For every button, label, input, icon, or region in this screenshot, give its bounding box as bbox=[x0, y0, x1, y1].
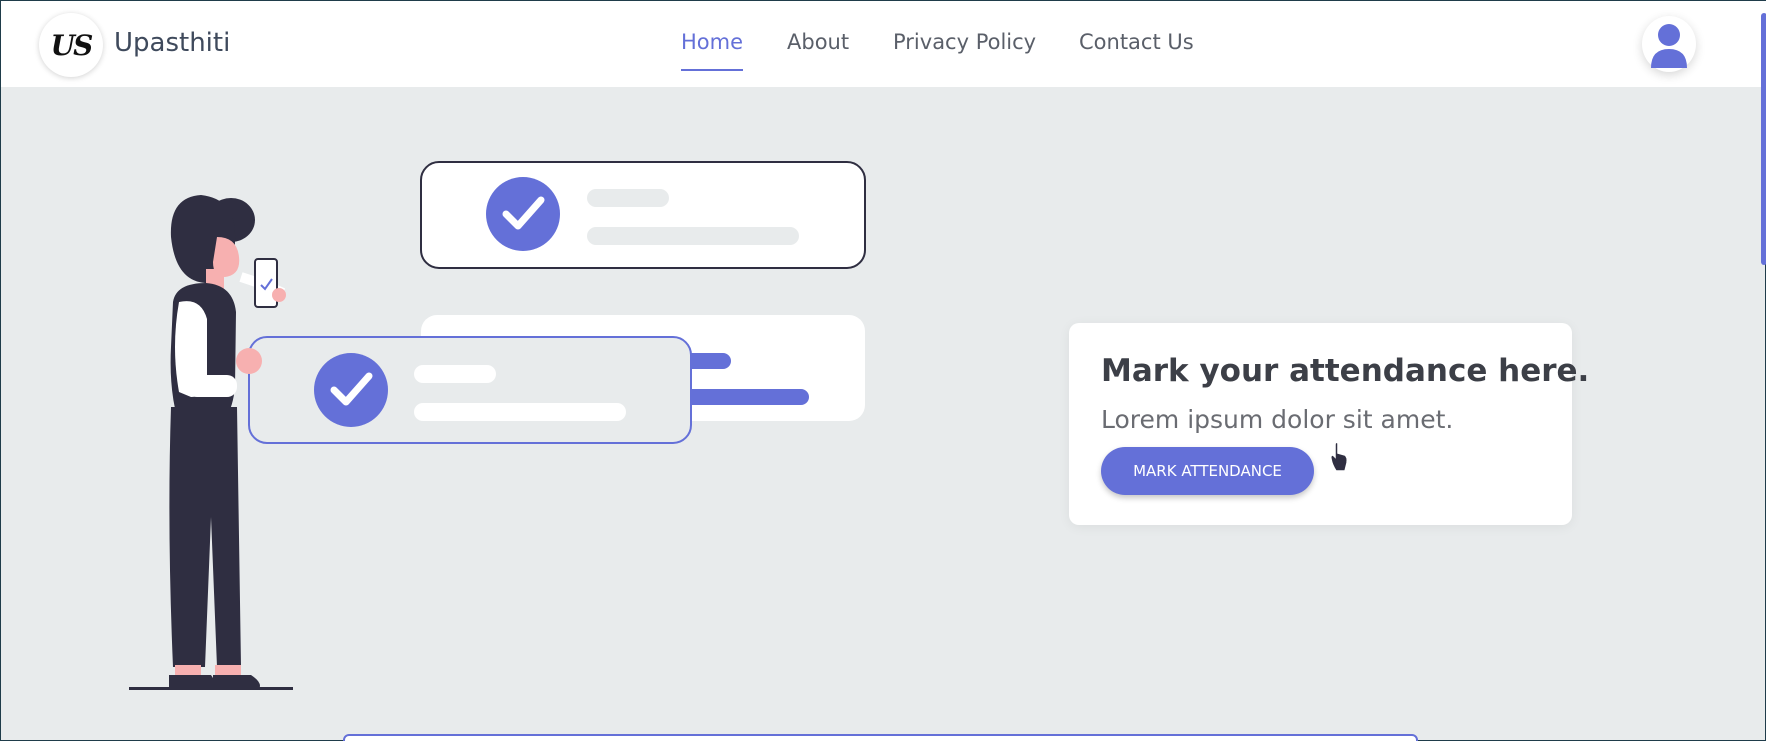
checklist-card-top bbox=[420, 161, 866, 269]
user-avatar-icon bbox=[1651, 24, 1687, 68]
scrollbar-thumb[interactable] bbox=[1761, 13, 1766, 265]
nav-contact-us[interactable]: Contact Us bbox=[1079, 30, 1194, 54]
card-subtitle: Lorem ipsum dolor sit amet. bbox=[1101, 405, 1454, 434]
mouse-cursor-icon bbox=[1327, 441, 1349, 479]
nav-privacy-label: Privacy Policy bbox=[893, 30, 1037, 54]
nav-about[interactable]: About bbox=[787, 30, 849, 54]
main-nav: Home About Privacy Policy Contact Us bbox=[1, 30, 1766, 71]
nav-privacy-policy[interactable]: Privacy Policy bbox=[893, 30, 1036, 54]
page-scrollbar[interactable] bbox=[1759, 1, 1766, 741]
nav-about-label: About bbox=[787, 30, 850, 54]
top-navbar: US Upasthiti Home About Privacy Policy C… bbox=[1, 1, 1766, 87]
attendance-card: Mark your attendance here. Lorem ipsum d… bbox=[1069, 323, 1589, 525]
active-nav-underline bbox=[681, 69, 744, 71]
checklist-card-front bbox=[248, 336, 692, 444]
nav-home-label: Home bbox=[681, 30, 744, 54]
nav-home[interactable]: Home bbox=[681, 30, 744, 71]
nav-contact-label: Contact Us bbox=[1079, 30, 1194, 54]
hero-illustration bbox=[1, 87, 901, 727]
next-section-panel bbox=[343, 734, 1418, 741]
attendance-illustration bbox=[129, 161, 866, 690]
mark-attendance-button[interactable]: MARK ATTENDANCE bbox=[1101, 447, 1314, 495]
card-title: Mark your attendance here. bbox=[1101, 353, 1590, 389]
user-avatar-button[interactable] bbox=[1642, 16, 1696, 72]
